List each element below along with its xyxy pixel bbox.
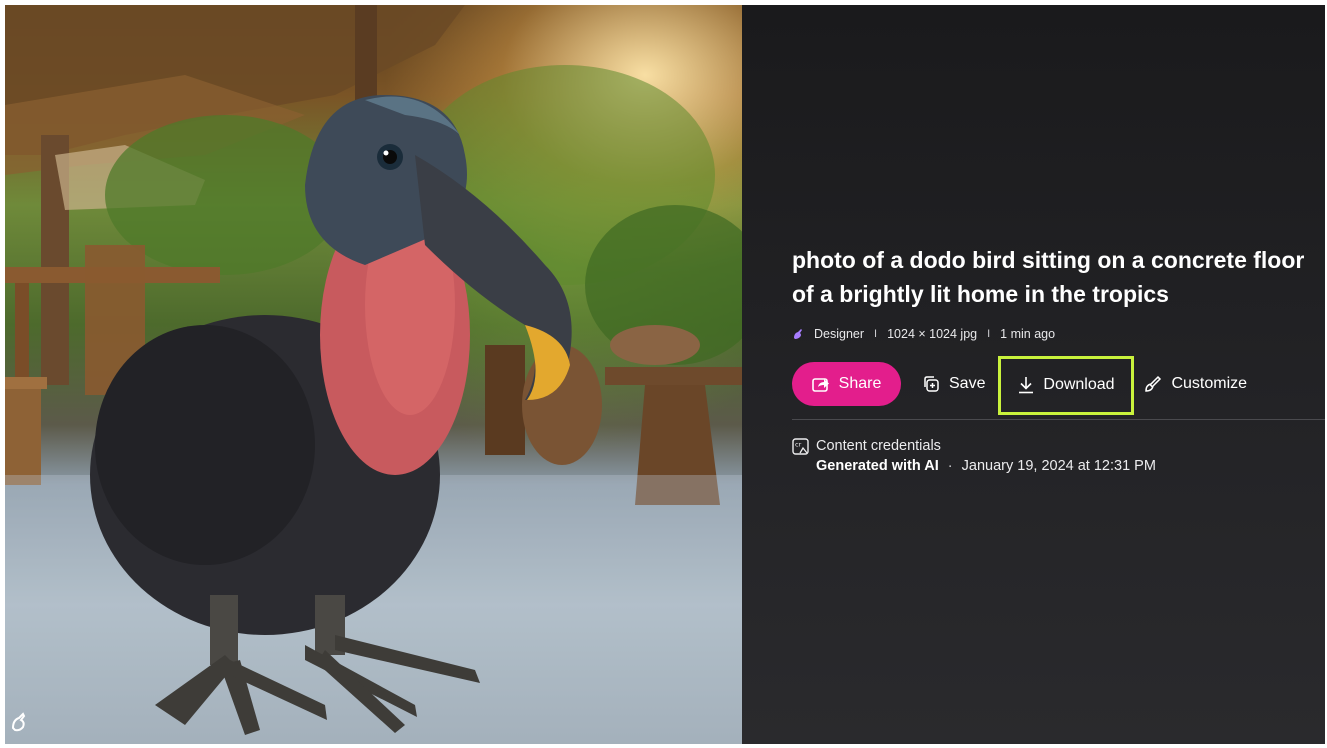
action-toolbar: Share Save Download Customize	[792, 355, 1247, 415]
app-frame: photo of a dodo bird sitting on a concre…	[5, 5, 1325, 744]
time-ago: 1 min ago	[1000, 327, 1056, 341]
generated-timestamp: January 19, 2024 at 12:31 PM	[961, 458, 1156, 474]
save-collection-icon	[922, 375, 940, 393]
share-label: Share	[838, 375, 882, 392]
credentials-separator: ·	[947, 458, 953, 474]
svg-text:cr: cr	[795, 440, 802, 448]
content-credentials-label: Content credentials	[816, 438, 941, 454]
generated-image-artwork	[5, 5, 742, 744]
save-button[interactable]: Save	[922, 362, 985, 406]
content-credentials-heading[interactable]: cr Content credentials	[792, 436, 1156, 456]
divider	[792, 419, 1325, 420]
designer-logo-icon	[9, 712, 31, 734]
save-label: Save	[949, 375, 986, 392]
content-credentials-detail: Generated with AI · January 19, 2024 at …	[816, 456, 1156, 476]
content-credentials: cr Content credentials Generated with AI…	[792, 436, 1156, 476]
generated-with-ai-label: Generated with AI	[816, 458, 939, 474]
image-details-panel: photo of a dodo bird sitting on a concre…	[742, 5, 1325, 744]
content-credentials-icon: cr	[792, 437, 809, 455]
prompt-title: photo of a dodo bird sitting on a concre…	[792, 243, 1325, 311]
customize-brush-icon	[1144, 375, 1162, 393]
share-button[interactable]: Share	[792, 362, 901, 406]
customize-label: Customize	[1171, 375, 1248, 392]
designer-logo-icon	[792, 328, 804, 340]
image-meta-row: Designer I 1024 × 1024 jpg I 1 min ago	[792, 325, 1055, 343]
prompt-title-line-1: photo of a dodo bird sitting on a concre…	[792, 247, 1305, 273]
generated-image[interactable]	[5, 5, 742, 744]
download-label: Download	[1043, 376, 1115, 393]
download-button[interactable]: Download	[998, 355, 1135, 415]
share-arrow-icon	[811, 376, 830, 392]
app-name: Designer	[814, 327, 865, 341]
image-info: 1024 × 1024 jpg	[887, 327, 978, 341]
prompt-title-line-2: of a brightly lit home in the tropics	[792, 281, 1169, 307]
meta-separator: I	[987, 328, 991, 340]
download-icon	[1018, 376, 1034, 394]
meta-separator: I	[874, 328, 878, 340]
customize-button[interactable]: Customize	[1144, 362, 1247, 406]
